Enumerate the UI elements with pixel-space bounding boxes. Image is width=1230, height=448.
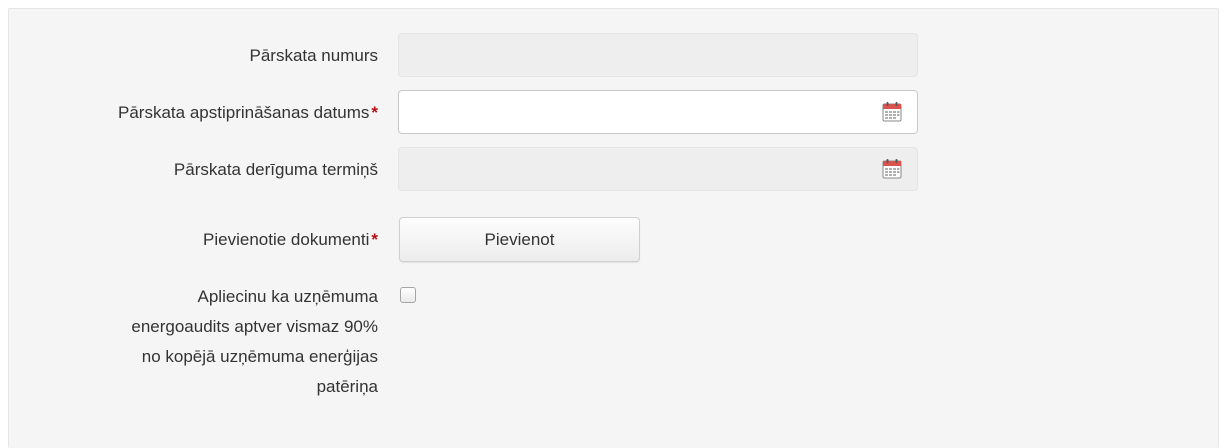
- report-number-field: [398, 33, 918, 77]
- approval-date-input[interactable]: [399, 91, 917, 133]
- calendar-icon[interactable]: [881, 101, 903, 123]
- required-marker: *: [371, 103, 378, 122]
- add-documents-button[interactable]: Pievienot: [399, 217, 640, 262]
- documents-label-text: Pievienotie dokumenti: [203, 230, 370, 249]
- validity-date-label-text: Pārskata derīguma termiņš: [173, 160, 378, 179]
- approval-date-label: Pārskata apstiprināšanas datums *: [118, 101, 378, 125]
- report-number-label-text: Pārskata numurs: [249, 46, 379, 65]
- approval-date-field[interactable]: [398, 90, 918, 134]
- report-number-input: [399, 34, 917, 76]
- validity-date-input: [399, 148, 917, 190]
- required-marker: *: [371, 230, 378, 249]
- approval-date-label-text: Pārskata apstiprināšanas datums: [118, 103, 370, 122]
- report-number-label: Pārskata numurs: [250, 44, 379, 68]
- validity-date-label: Pārskata derīguma termiņš: [174, 158, 378, 182]
- calendar-icon: [882, 159, 902, 179]
- confirmation-label-text: Apliecinu ka uzņēmuma energoaudits aptve…: [131, 287, 378, 396]
- documents-label: Pievienotie dokumenti *: [203, 228, 378, 252]
- confirmation-label: Apliecinu ka uzņēmuma energoaudits aptve…: [118, 282, 378, 402]
- validity-date-field: [398, 147, 918, 191]
- confirmation-checkbox[interactable]: [400, 287, 416, 303]
